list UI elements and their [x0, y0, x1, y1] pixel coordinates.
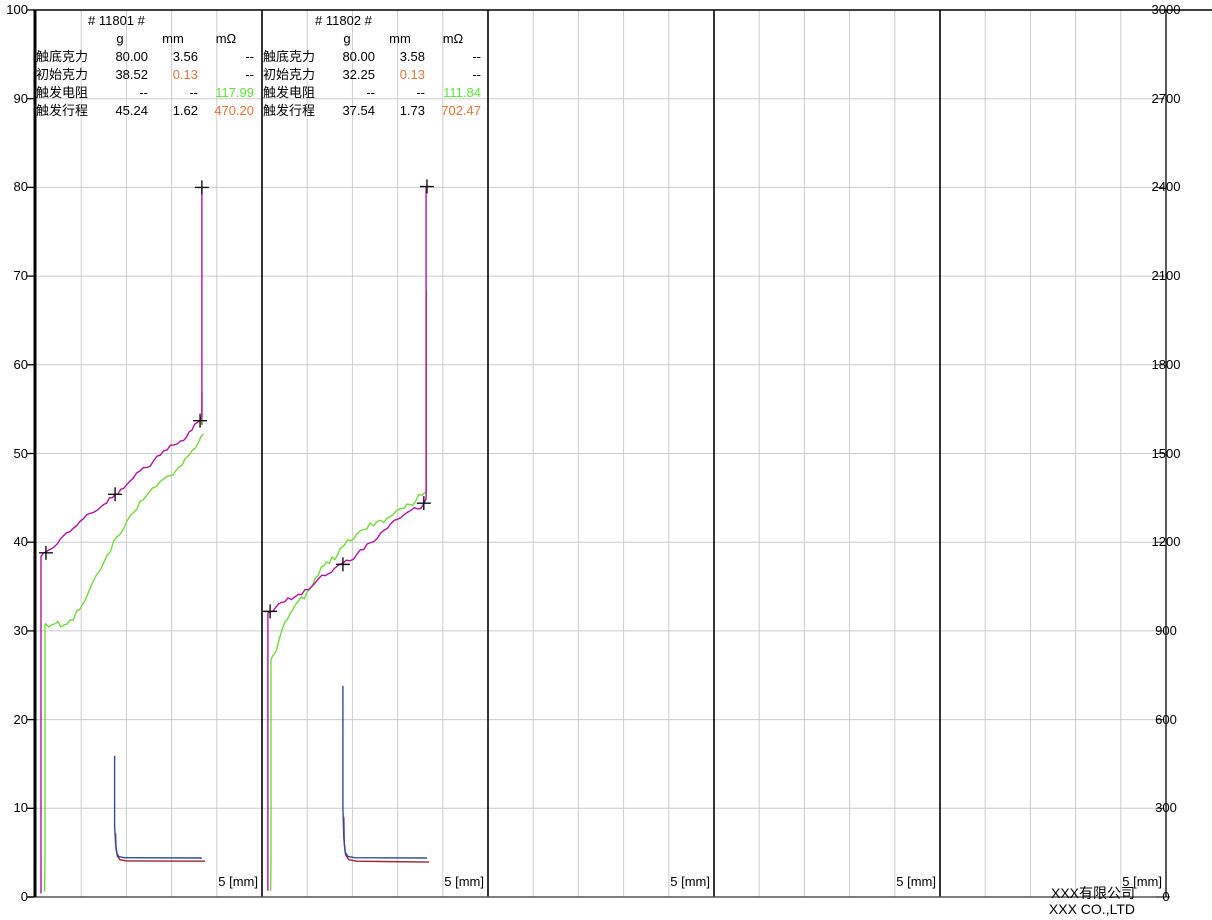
cell-g: 38.52 — [115, 67, 148, 82]
measure-cross-marker — [194, 180, 209, 195]
sample-id: # 11801 # — [88, 13, 145, 28]
y-axis-right-tick-label: 2400 — [1151, 179, 1181, 195]
x-axis-mm-label: 5 [mm] — [896, 874, 936, 889]
y-axis-right-tick-label: 900 — [1155, 622, 1177, 638]
press-resistance-curve — [113, 755, 202, 859]
unit-g: g — [343, 31, 351, 46]
cell-g: 37.54 — [342, 103, 375, 118]
y-axis-right-tick-label: 2100 — [1151, 268, 1181, 284]
cell-mm: 0.13 — [399, 67, 425, 82]
unit-mm: mm — [389, 31, 411, 46]
y-axis-left-tick-label: 20 — [13, 711, 28, 727]
unit-g: g — [116, 31, 124, 46]
units-row: g mm mΩ — [36, 30, 262, 48]
cell-g: -- — [139, 85, 148, 100]
unit-mohm: mΩ — [215, 31, 237, 46]
row-label: 触发行程 — [263, 103, 316, 118]
row-label: 初始克力 — [263, 67, 316, 82]
table-row: 触发行程 45.24 1.62 470.20 — [36, 102, 262, 120]
cell-mohm: -- — [472, 49, 481, 64]
cell-mm: 3.56 — [172, 49, 198, 64]
table-row: 触发行程 37.54 1.73 702.47 — [263, 102, 489, 120]
cell-g: 32.25 — [342, 67, 375, 82]
y-axis-left-tick-label: 0 — [20, 889, 28, 904]
row-label: 触发电阻 — [263, 85, 316, 100]
measurement-table-1: # 11801 # g mm mΩ 触底克力 80.00 3.56 -- 初始克… — [36, 12, 262, 120]
y-axis-left-tick-label: 40 — [13, 534, 28, 550]
y-axis-left-tick-label: 10 — [13, 800, 28, 816]
sample-id: # 11802 # — [315, 13, 372, 28]
measure-cross-marker — [193, 413, 208, 428]
cell-mohm: 111.84 — [443, 85, 481, 100]
release-resistance-curve — [343, 816, 430, 863]
y-axis-right-tick-label: 1200 — [1151, 534, 1181, 550]
force-curve-chart-root: 100 90 80 70 60 50 40 30 20 10 0 3000 2700 2400 2100 1… — [0, 0, 1212, 920]
row-label: 触底克力 — [263, 49, 316, 64]
release-force-curve — [43, 433, 204, 892]
plot-area — [27, 9, 1212, 898]
measure-cross-marker — [335, 557, 350, 572]
cell-g: 80.00 — [342, 49, 375, 64]
company-footer: XXX有限公司 XXX CO.,LTD — [935, 885, 1135, 917]
y-axis-left-tick-label: 90 — [13, 90, 28, 106]
cell-mm: 0.13 — [172, 67, 198, 82]
table-row: 触发电阻 -- -- 117.99 — [36, 84, 262, 102]
cell-mm: 1.73 — [399, 103, 425, 118]
cell-g: 45.24 — [115, 103, 148, 118]
table-row: 初始克力 32.25 0.13 -- — [263, 66, 489, 84]
cell-mm: 1.62 — [172, 103, 198, 118]
y-axis-left-tick-label: 60 — [13, 356, 28, 372]
press-force-curve — [267, 186, 427, 891]
cell-mohm: 702.47 — [441, 103, 481, 118]
cell-mohm: -- — [472, 67, 481, 82]
table-row: 触发电阻 -- -- 111.84 — [263, 84, 489, 102]
table-row: 触底克力 80.00 3.58 -- — [263, 48, 489, 66]
x-axis-mm-label: 5 [mm] — [444, 874, 484, 889]
cell-mohm: 470.20 — [214, 103, 254, 118]
company-name-en: XXX CO.,LTD — [1048, 901, 1135, 917]
cell-mm: -- — [416, 85, 425, 100]
measure-cross-marker — [419, 179, 434, 194]
y-axis-right-tick-label: 0 — [1162, 889, 1170, 904]
y-axis-right-tick-label: 2700 — [1151, 90, 1181, 106]
cell-mohm: 117.99 — [215, 85, 254, 100]
unit-mm: mm — [162, 31, 184, 46]
company-name-cn: XXX有限公司 — [1050, 885, 1135, 901]
y-axis-left-tick-label: 50 — [13, 445, 28, 461]
cell-mm: 3.58 — [399, 49, 425, 64]
press-force-curve — [40, 187, 203, 894]
y-axis-right-tick-label: 1800 — [1151, 356, 1181, 372]
cell-g: 80.00 — [115, 49, 148, 64]
y-axis-left-tick-label: 100 — [6, 2, 28, 17]
y-axis-left-tick-label: 30 — [13, 622, 28, 638]
cell-g: -- — [366, 85, 375, 100]
row-label: 触发行程 — [36, 103, 89, 118]
y-axis-left-tick-label: 70 — [13, 268, 28, 284]
units-row: g mm mΩ — [263, 30, 489, 48]
y-axis-right-tick-label: 3000 — [1151, 2, 1181, 17]
cell-mm: -- — [189, 85, 198, 100]
measurement-table-2: # 11802 # g mm mΩ 触底克力 80.00 3.58 -- 初始克… — [263, 12, 489, 120]
press-resistance-curve — [342, 685, 428, 859]
cell-mohm: -- — [245, 49, 254, 64]
x-axis-mm-label: 5 [mm] — [218, 874, 258, 889]
release-force-curve — [269, 290, 428, 891]
row-label: 触底克力 — [36, 49, 89, 64]
table-row: 触底克力 80.00 3.56 -- — [36, 48, 262, 66]
x-axis-mm-label: 5 [mm] — [670, 874, 710, 889]
row-label: 初始克力 — [36, 67, 89, 82]
y-axis-right-tick-label: 1500 — [1151, 445, 1181, 461]
y-axis-right-tick-label: 300 — [1155, 800, 1177, 816]
row-label: 触发电阻 — [36, 85, 89, 100]
cell-mohm: -- — [245, 67, 254, 82]
unit-mohm: mΩ — [442, 31, 464, 46]
table-row: 初始克力 38.52 0.13 -- — [36, 66, 262, 84]
y-axis-left-tick-label: 80 — [13, 179, 28, 195]
measure-cross-marker — [263, 604, 278, 619]
y-axis-right-tick-label: 600 — [1155, 711, 1177, 727]
